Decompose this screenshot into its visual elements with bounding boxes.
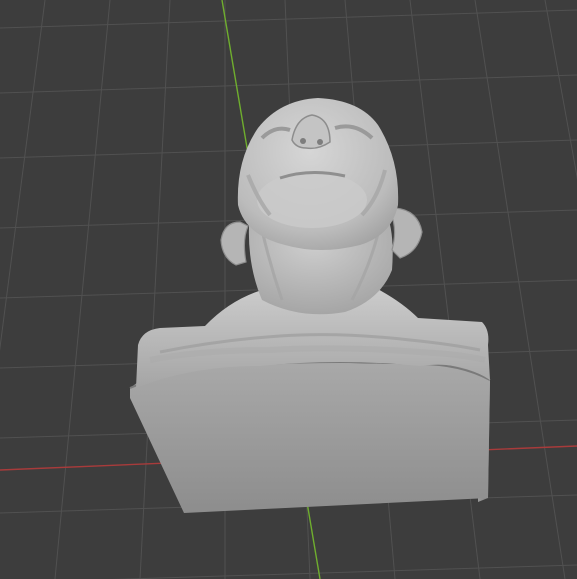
grid-line-horizontal bbox=[112, 564, 577, 579]
nostril-right bbox=[317, 139, 323, 145]
grid-line-vertical bbox=[139, 0, 171, 579]
bust-mesh[interactable] bbox=[129, 98, 491, 513]
grid-line-vertical bbox=[474, 0, 566, 579]
viewport-canvas[interactable] bbox=[0, 0, 577, 579]
nostril-left bbox=[300, 138, 306, 144]
base-block-front bbox=[130, 360, 490, 513]
grid-line-vertical bbox=[0, 0, 46, 352]
chin-underside bbox=[257, 172, 367, 228]
grid-line-vertical bbox=[54, 0, 111, 579]
grid-line-vertical bbox=[544, 0, 577, 180]
3d-viewport[interactable] bbox=[0, 0, 577, 579]
grid-line-horizontal bbox=[0, 9, 577, 29]
